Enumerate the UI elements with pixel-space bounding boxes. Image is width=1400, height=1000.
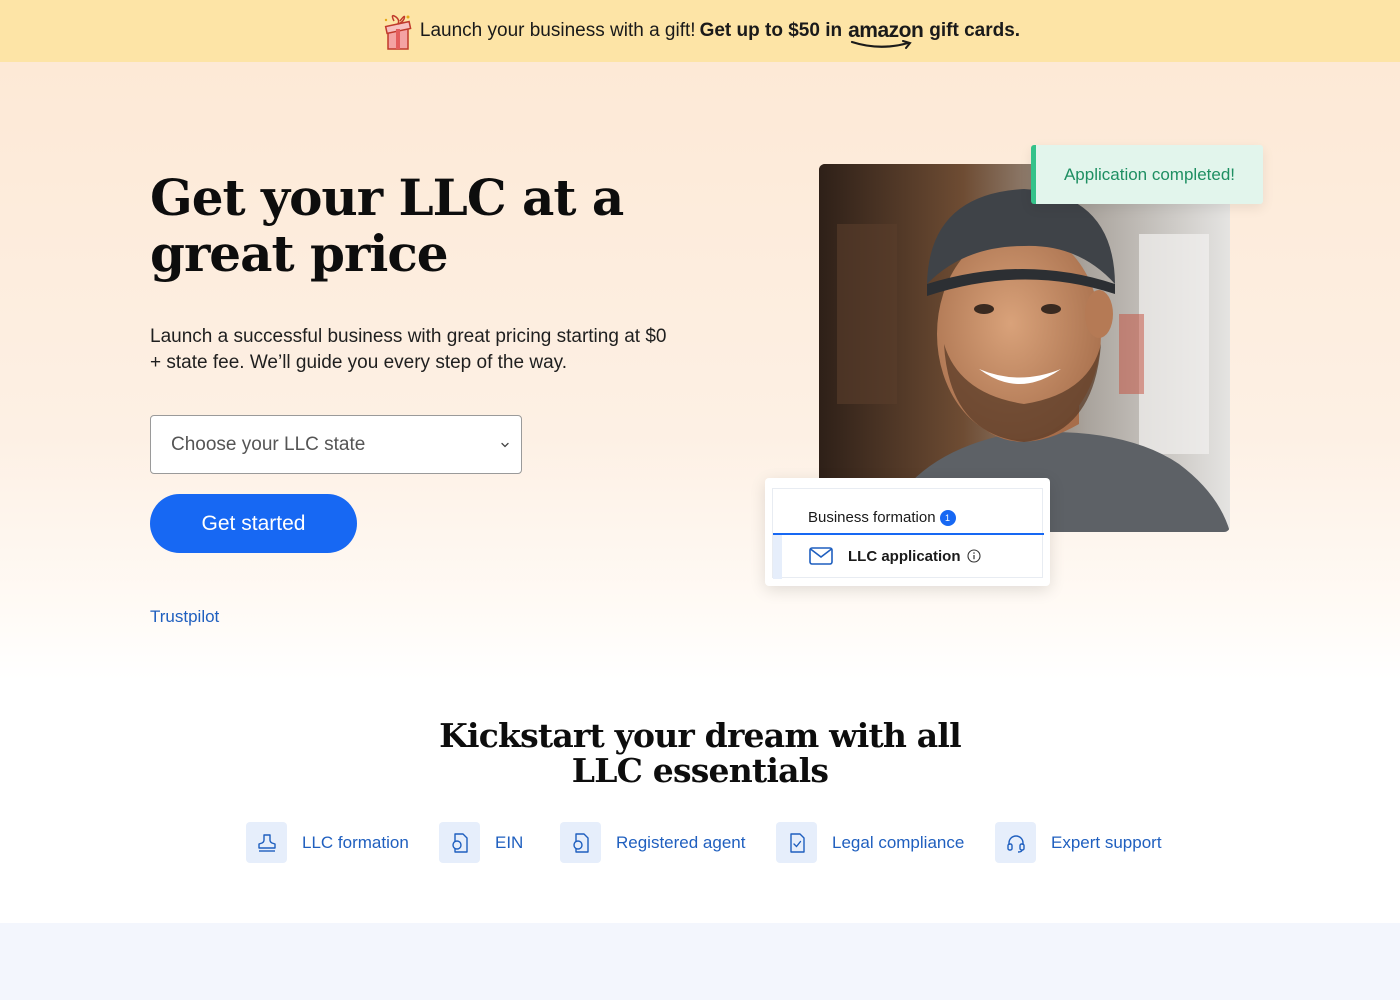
feature-label: Expert support bbox=[1051, 832, 1162, 852]
task-card-inner: Business formation 1 LLC application bbox=[772, 488, 1044, 579]
feature-legal-compliance[interactable]: Legal compliance bbox=[776, 822, 964, 863]
headset-icon bbox=[995, 822, 1036, 863]
section-label: Business formation bbox=[808, 509, 936, 526]
task-label: LLC application bbox=[848, 547, 961, 565]
row-accent-bar bbox=[773, 535, 782, 579]
essentials-title: Kickstart your dream with all LLC essent… bbox=[439, 716, 962, 790]
amazon-wordmark: amazon bbox=[848, 19, 924, 42]
business-formation-section: Business formation 1 bbox=[808, 509, 956, 526]
feature-label: EIN bbox=[495, 832, 524, 852]
hero-title: Get your LLC at a great price bbox=[150, 168, 624, 283]
promo-tail-text: gift cards. bbox=[929, 20, 1021, 41]
llc-application-row: LLC application bbox=[809, 547, 981, 565]
lower-section bbox=[0, 923, 1400, 1000]
document-check-icon bbox=[776, 822, 817, 863]
stamp-icon bbox=[246, 822, 287, 863]
state-select-value: Choose your LLC state bbox=[171, 433, 366, 455]
task-card: Business formation 1 LLC application bbox=[765, 478, 1050, 586]
feature-label: LLC formation bbox=[302, 832, 409, 852]
document-seal-icon bbox=[560, 822, 601, 863]
feature-expert-support[interactable]: Expert support bbox=[995, 822, 1162, 863]
get-started-button[interactable]: Get started bbox=[150, 494, 357, 553]
gift-icon bbox=[380, 11, 416, 51]
essentials-list: LLC formation EIN Registered agent Legal… bbox=[0, 822, 1400, 863]
info-icon bbox=[966, 549, 981, 563]
trustpilot-link[interactable]: Trustpilot bbox=[150, 607, 219, 627]
llc-state-select[interactable]: Choose your LLC state bbox=[150, 415, 522, 474]
promo-banner[interactable]: Launch your business with a gift! Get up… bbox=[0, 0, 1400, 62]
section-underline bbox=[773, 533, 1044, 535]
feature-label: Legal compliance bbox=[832, 832, 965, 852]
feature-registered-agent[interactable]: Registered agent bbox=[560, 822, 745, 863]
mail-icon bbox=[809, 547, 833, 565]
feature-ein[interactable]: EIN bbox=[439, 822, 523, 863]
feature-label: Registered agent bbox=[616, 832, 746, 852]
promo-offer-text: Get up to $50 in bbox=[699, 20, 843, 41]
amazon-logo: amazon bbox=[848, 19, 924, 49]
application-completed-toast: Application completed! bbox=[1031, 145, 1263, 204]
document-seal-icon bbox=[439, 822, 480, 863]
chevron-down-icon bbox=[501, 442, 509, 447]
feature-llc-formation[interactable]: LLC formation bbox=[246, 822, 409, 863]
amazon-smile-icon bbox=[850, 40, 912, 49]
customer-photo bbox=[819, 164, 1230, 532]
promo-lead-text: Launch your business with a gift! bbox=[419, 20, 696, 41]
section-count-badge: 1 bbox=[939, 509, 956, 526]
hero-section: Get your LLC at a great price Launch a s… bbox=[0, 62, 1400, 680]
hero-subtitle: Launch a successful business with great … bbox=[150, 326, 667, 373]
